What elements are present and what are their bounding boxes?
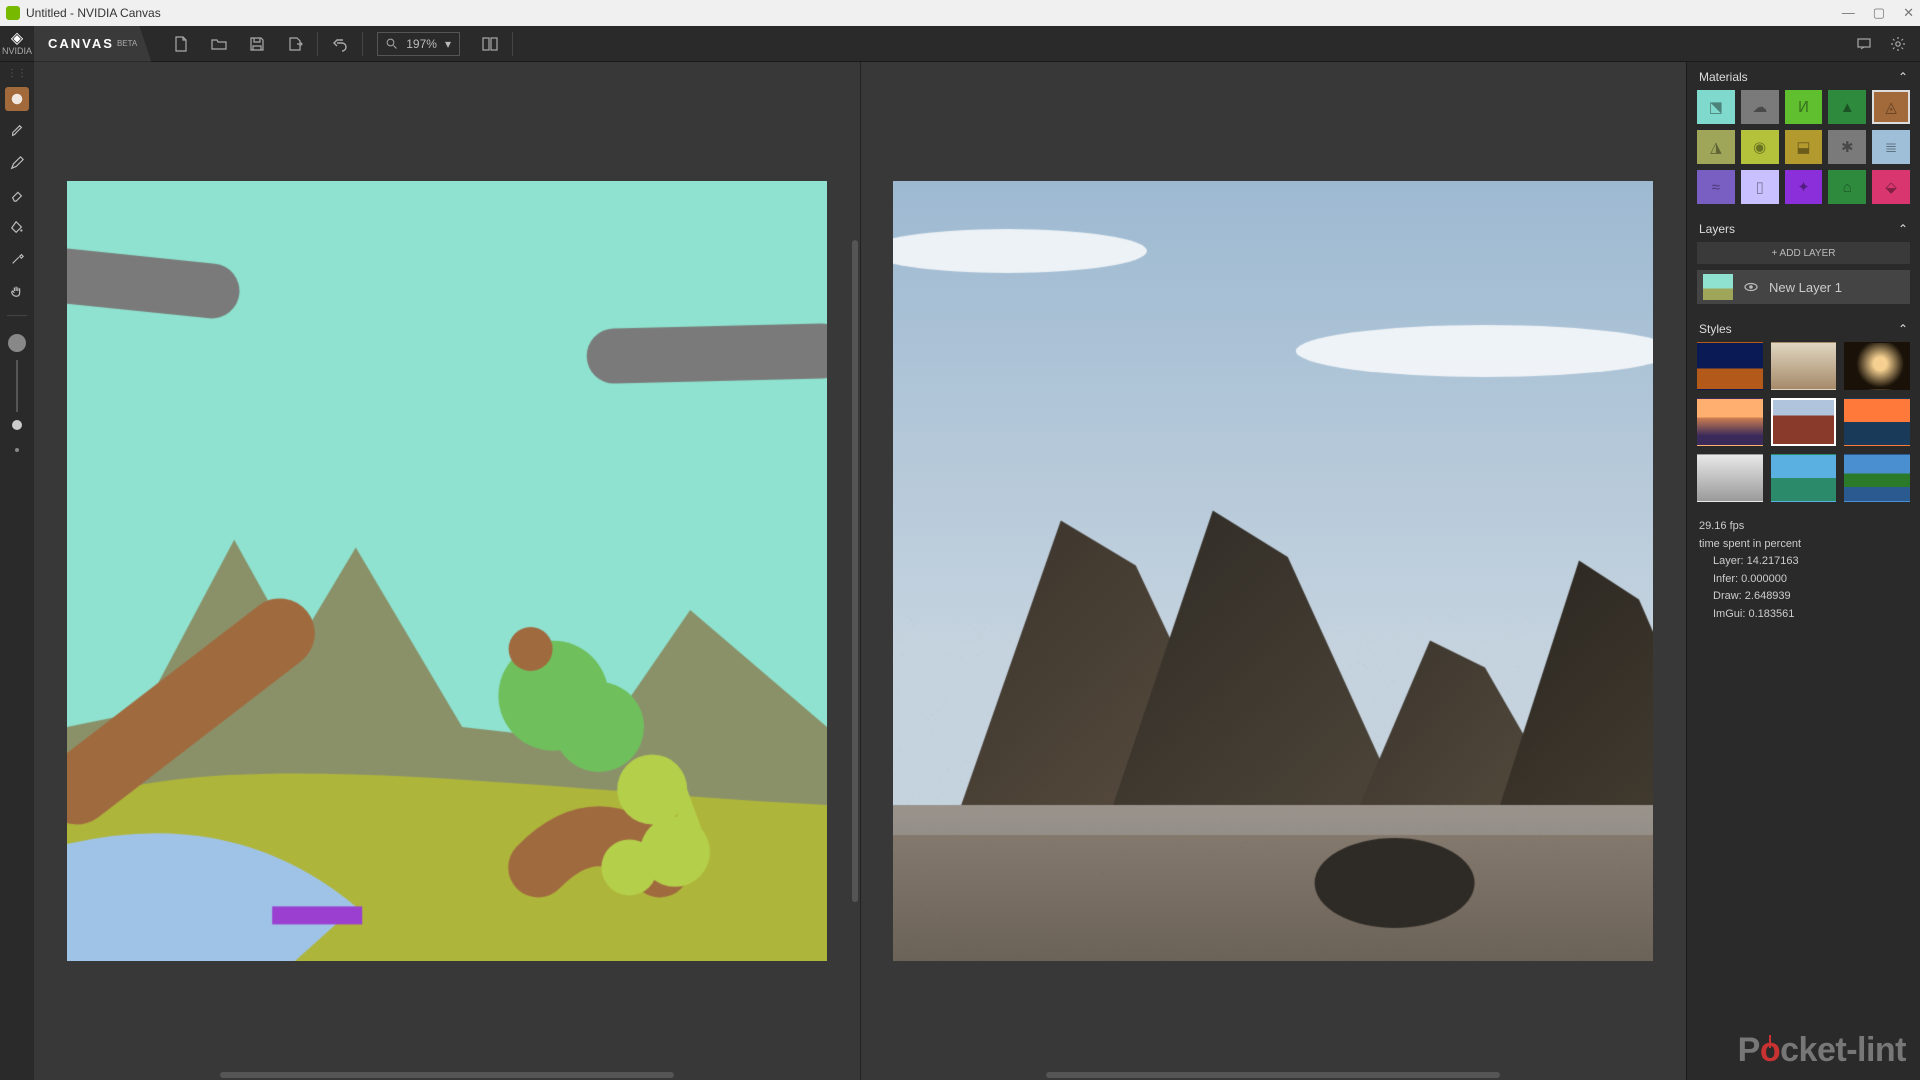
material-snow[interactable]: ≣ (1872, 130, 1910, 164)
new-file-icon[interactable] (173, 36, 189, 52)
window-title: Untitled - NVIDIA Canvas (26, 6, 161, 20)
layers-header[interactable]: Layers ⌃ (1687, 214, 1920, 242)
material-dirt[interactable]: ⬓ (1785, 130, 1823, 164)
stats-layer: Layer: 14.217163 (1699, 553, 1908, 571)
stats-heading: time spent in percent (1699, 536, 1908, 554)
style-cloud-sea[interactable] (1771, 342, 1837, 390)
stats-block: 29.16 fps time spent in percent Layer: 1… (1687, 512, 1920, 630)
material-tree[interactable]: ◉ (1741, 130, 1779, 164)
panel-title: Materials (1699, 70, 1748, 84)
render-pane[interactable] (861, 62, 1687, 1080)
horizontal-scrollbar[interactable] (220, 1072, 674, 1078)
material-bush[interactable]: ⌂ (1828, 170, 1866, 204)
materials-header[interactable]: Materials ⌃ (1687, 62, 1920, 90)
tool-rail: ⋮⋮ (0, 62, 34, 1080)
export-icon[interactable] (287, 36, 303, 52)
style-tropical-bay[interactable] (1771, 454, 1837, 502)
material-river[interactable]: ⬙ (1872, 170, 1910, 204)
drag-handle-icon[interactable]: ⋮⋮ (7, 68, 27, 79)
nvidia-logo: ◈ NVIDIA (0, 31, 34, 56)
eye-icon[interactable] (1743, 279, 1759, 295)
stats-fps: 29.16 fps (1699, 518, 1908, 536)
zoom-icon (386, 38, 398, 50)
material-mountain[interactable]: ◬ (1872, 90, 1910, 124)
tool-eyedropper[interactable] (5, 247, 29, 271)
add-layer-button[interactable]: + ADD LAYER (1697, 242, 1910, 264)
material-rock[interactable]: ✱ (1828, 130, 1866, 164)
style-cave-light[interactable] (1844, 342, 1910, 390)
layer-thumbnail (1703, 274, 1733, 300)
panel-title: Layers (1699, 222, 1735, 236)
material-sky[interactable]: ⬔ (1697, 90, 1735, 124)
tool-pencil[interactable] (5, 151, 29, 175)
style-ocean-sunset[interactable] (1844, 398, 1910, 446)
styles-header[interactable]: Styles ⌃ (1687, 314, 1920, 342)
app-name-tab: CANVASBETA (34, 26, 151, 62)
style-alpine-lake[interactable] (1844, 454, 1910, 502)
undo-icon[interactable] (332, 36, 348, 52)
titlebar: Untitled - NVIDIA Canvas — ▢ ✕ (0, 0, 1920, 26)
material-water[interactable]: ≈ (1697, 170, 1735, 204)
split-view-icon[interactable] (482, 36, 498, 52)
feedback-icon[interactable] (1856, 36, 1872, 52)
layer-row[interactable]: New Layer 1 (1697, 270, 1910, 304)
side-panel: Materials ⌃ ⬔☁ⵍ▲◬ ◮◉⬓✱≣ ≈▯✦⌂⬙ Layers ⌃ + A… (1686, 62, 1920, 1080)
menubar: ◈ NVIDIA CANVASBETA 197% ▾ (0, 26, 1920, 62)
tool-material-picker[interactable] (5, 87, 29, 111)
material-sand[interactable]: ◮ (1697, 130, 1735, 164)
chevron-up-icon: ⌃ (1898, 70, 1908, 84)
style-red-mountains[interactable] (1771, 398, 1837, 446)
minimize-button[interactable]: — (1842, 5, 1855, 21)
brush-size-handle[interactable] (12, 420, 22, 430)
material-grass[interactable]: ⵍ (1785, 90, 1823, 124)
horizontal-scrollbar[interactable] (1046, 1072, 1500, 1078)
panel-title: Styles (1699, 322, 1732, 336)
tool-pan[interactable] (5, 279, 29, 303)
settings-icon[interactable] (1890, 36, 1906, 52)
material-cloud[interactable]: ☁ (1741, 90, 1779, 124)
segmentation-pane[interactable] (34, 62, 860, 1080)
workspace (34, 62, 1686, 1080)
materials-grid: ⬔☁ⵍ▲◬ ◮◉⬓✱≣ ≈▯✦⌂⬙ (1687, 90, 1920, 214)
style-night-monuments[interactable] (1697, 342, 1763, 390)
save-icon[interactable] (249, 36, 265, 52)
material-flower[interactable]: ✦ (1785, 170, 1823, 204)
tool-brush[interactable] (5, 119, 29, 143)
maximize-button[interactable]: ▢ (1873, 5, 1885, 21)
render-canvas (893, 181, 1653, 961)
tool-eraser[interactable] (5, 183, 29, 207)
chevron-up-icon: ⌃ (1898, 322, 1908, 336)
material-fog[interactable]: ▯ (1741, 170, 1779, 204)
chevron-up-icon: ⌃ (1898, 222, 1908, 236)
styles-grid (1687, 342, 1920, 512)
stats-draw: Draw: 2.648939 (1699, 588, 1908, 606)
layer-name: New Layer 1 (1769, 280, 1842, 295)
chevron-down-icon: ▾ (445, 37, 451, 51)
brush-size-min (15, 448, 19, 452)
vertical-scrollbar[interactable] (852, 240, 858, 902)
zoom-control[interactable]: 197% ▾ (377, 32, 460, 56)
segmentation-canvas[interactable] (67, 181, 827, 961)
zoom-value: 197% (406, 37, 437, 51)
style-snowy-peaks[interactable] (1697, 454, 1763, 502)
stats-imgui: ImGui: 0.183561 (1699, 606, 1908, 624)
material-hill[interactable]: ▲ (1828, 90, 1866, 124)
app-icon (6, 6, 20, 20)
style-sunset-clouds[interactable] (1697, 398, 1763, 446)
tool-fill[interactable] (5, 215, 29, 239)
close-button[interactable]: ✕ (1903, 5, 1914, 21)
watermark: Pocket-lint (1738, 1031, 1906, 1070)
brush-size-track[interactable] (16, 360, 18, 412)
open-file-icon[interactable] (211, 36, 227, 52)
stats-infer: Infer: 0.000000 (1699, 571, 1908, 589)
brush-size-preview (8, 334, 26, 352)
